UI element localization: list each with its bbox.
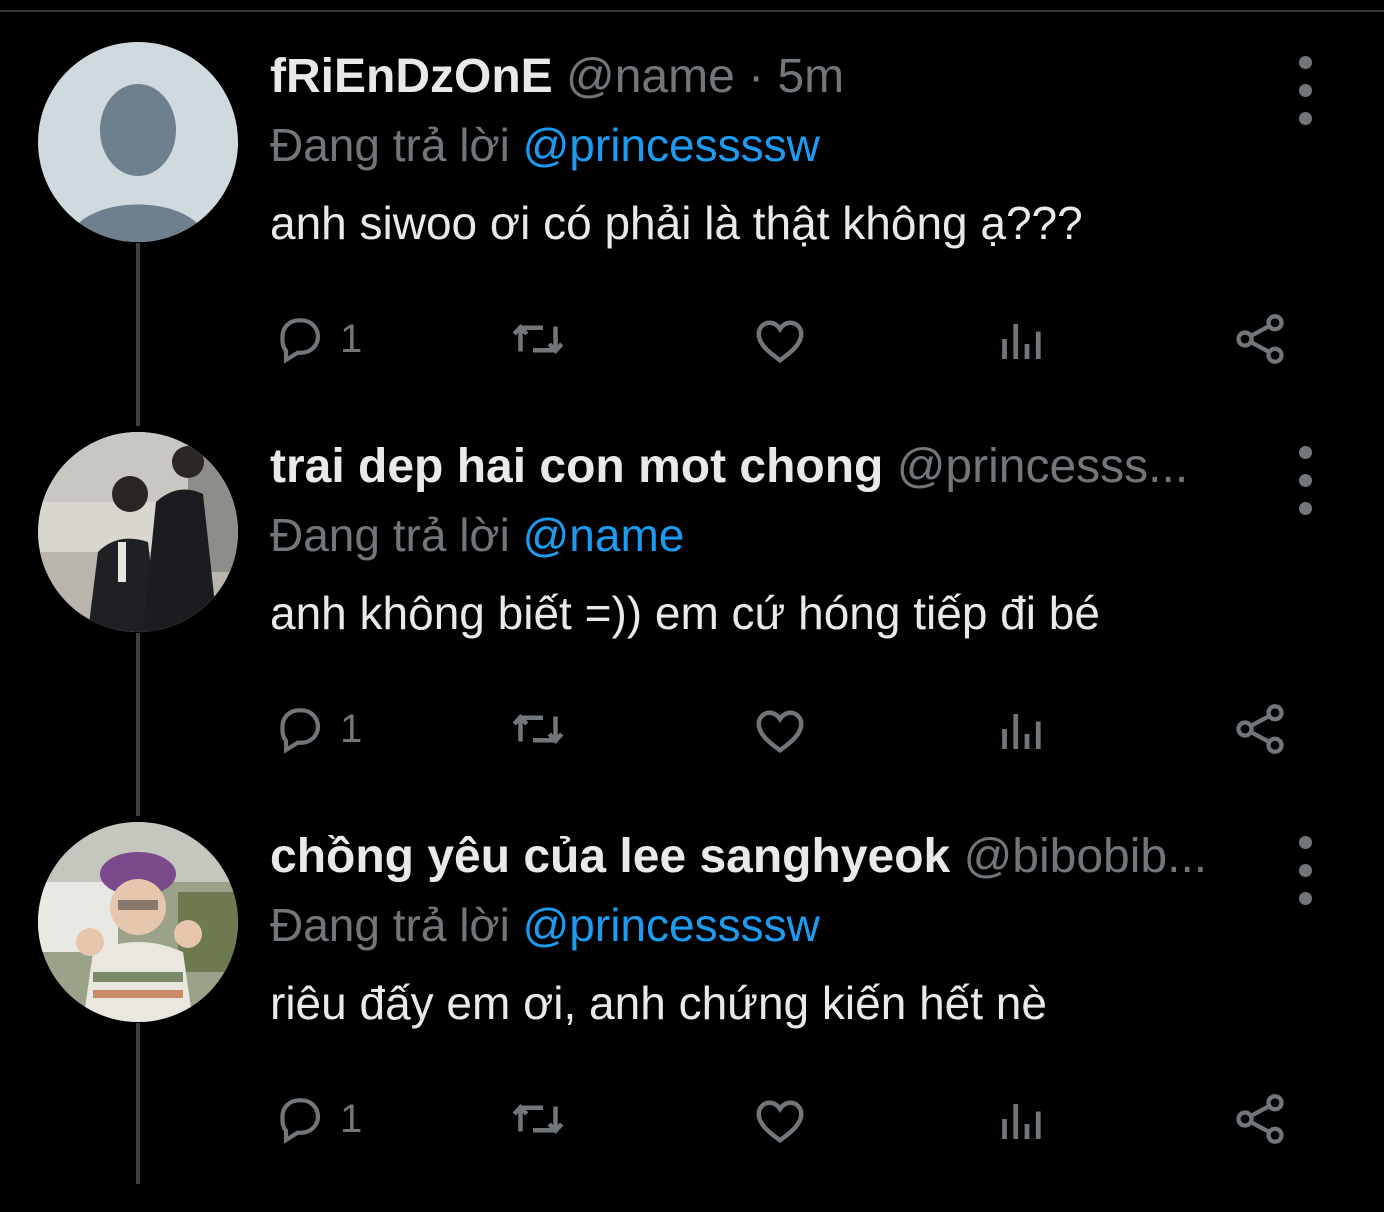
views-icon [1002,714,1041,749]
views-button[interactable] [992,1084,1052,1154]
like-icon [756,320,804,364]
views-button[interactable] [992,304,1052,374]
retweet-icon [512,713,564,745]
tweet[interactable]: fRiEnDzOnE @name · 5m Đang trả lời @prin… [0,42,1384,432]
retweet-icon [512,1103,564,1135]
replying-to: Đang trả lời @princessssw [270,112,1270,178]
reply-count: 1 [340,706,363,751]
replying-to: Đang trả lời @name [270,502,1270,568]
tweet-text: anh không biết =)) em cứ hóng tiếp đi bé [270,587,1100,639]
tweet[interactable]: trai dep hai con mot chong @princesss...… [0,432,1384,822]
tweet[interactable]: chồng yêu của lee sanghyeok @bibobib... … [0,822,1384,1212]
more-icon[interactable] [1292,444,1318,518]
mention-link[interactable]: @princessssw [523,119,820,171]
retweet-icon [512,323,564,355]
share-icon [1236,314,1284,364]
like-button[interactable] [750,1084,810,1154]
more-icon[interactable] [1292,54,1318,128]
profile-photo [38,822,238,1022]
top-divider [0,0,1384,12]
display-name[interactable]: trai dep hai con mot chong [270,440,883,493]
handle[interactable]: @princesss... [897,440,1188,493]
retweet-button[interactable] [508,304,568,374]
mention-link[interactable]: @name [523,509,685,561]
like-icon [756,1100,804,1144]
default-avatar-icon [38,42,238,242]
handle[interactable]: @name · 5m [566,50,844,103]
reply-button[interactable]: 1 [272,304,362,374]
tweet-header: trai dep hai con mot chong @princesss... [270,432,1270,502]
tweet-text: anh siwoo ơi có phải là thật không ạ??? [270,197,1083,249]
views-icon [1002,1104,1041,1139]
share-button[interactable] [1230,694,1290,764]
share-icon [1236,1094,1284,1144]
replying-prefix: Đang trả lời [270,509,510,561]
like-button[interactable] [750,694,810,764]
avatar[interactable] [38,822,238,1022]
share-button[interactable] [1230,1084,1290,1154]
replying-prefix: Đang trả lời [270,899,510,951]
reply-icon [280,318,321,364]
reply-icon [280,1098,321,1144]
more-icon[interactable] [1292,834,1318,908]
display-name[interactable]: fRiEnDzOnE [270,50,553,103]
retweet-button[interactable] [508,694,568,764]
action-bar: 1 [270,694,1300,764]
retweet-button[interactable] [508,1084,568,1154]
share-button[interactable] [1230,304,1290,374]
reply-button[interactable]: 1 [272,694,362,764]
tweet-text: riêu đấy em ơi, anh chứng kiến hết nè [270,977,1047,1029]
like-button[interactable] [750,304,810,374]
replying-to: Đang trả lời @princessssw [270,892,1270,958]
views-button[interactable] [992,694,1052,764]
action-bar: 1 [270,304,1300,374]
handle[interactable]: @bibobib... [964,830,1208,883]
reply-icon [280,708,321,754]
action-bar: 1 [270,1084,1300,1154]
display-name[interactable]: chồng yêu của lee sanghyeok [270,830,950,883]
replying-prefix: Đang trả lời [270,119,510,171]
profile-photo [38,432,238,632]
avatar[interactable] [38,42,238,242]
tweet-header: chồng yêu của lee sanghyeok @bibobib... [270,822,1270,892]
reply-button[interactable]: 1 [272,1084,362,1154]
like-icon [756,710,804,754]
mention-link[interactable]: @princessssw [523,899,820,951]
views-icon [1002,324,1041,359]
avatar[interactable] [38,432,238,632]
share-icon [1236,704,1284,754]
reply-count: 1 [340,1096,363,1141]
reply-count: 1 [340,316,363,361]
tweet-header: fRiEnDzOnE @name · 5m [270,42,1270,112]
